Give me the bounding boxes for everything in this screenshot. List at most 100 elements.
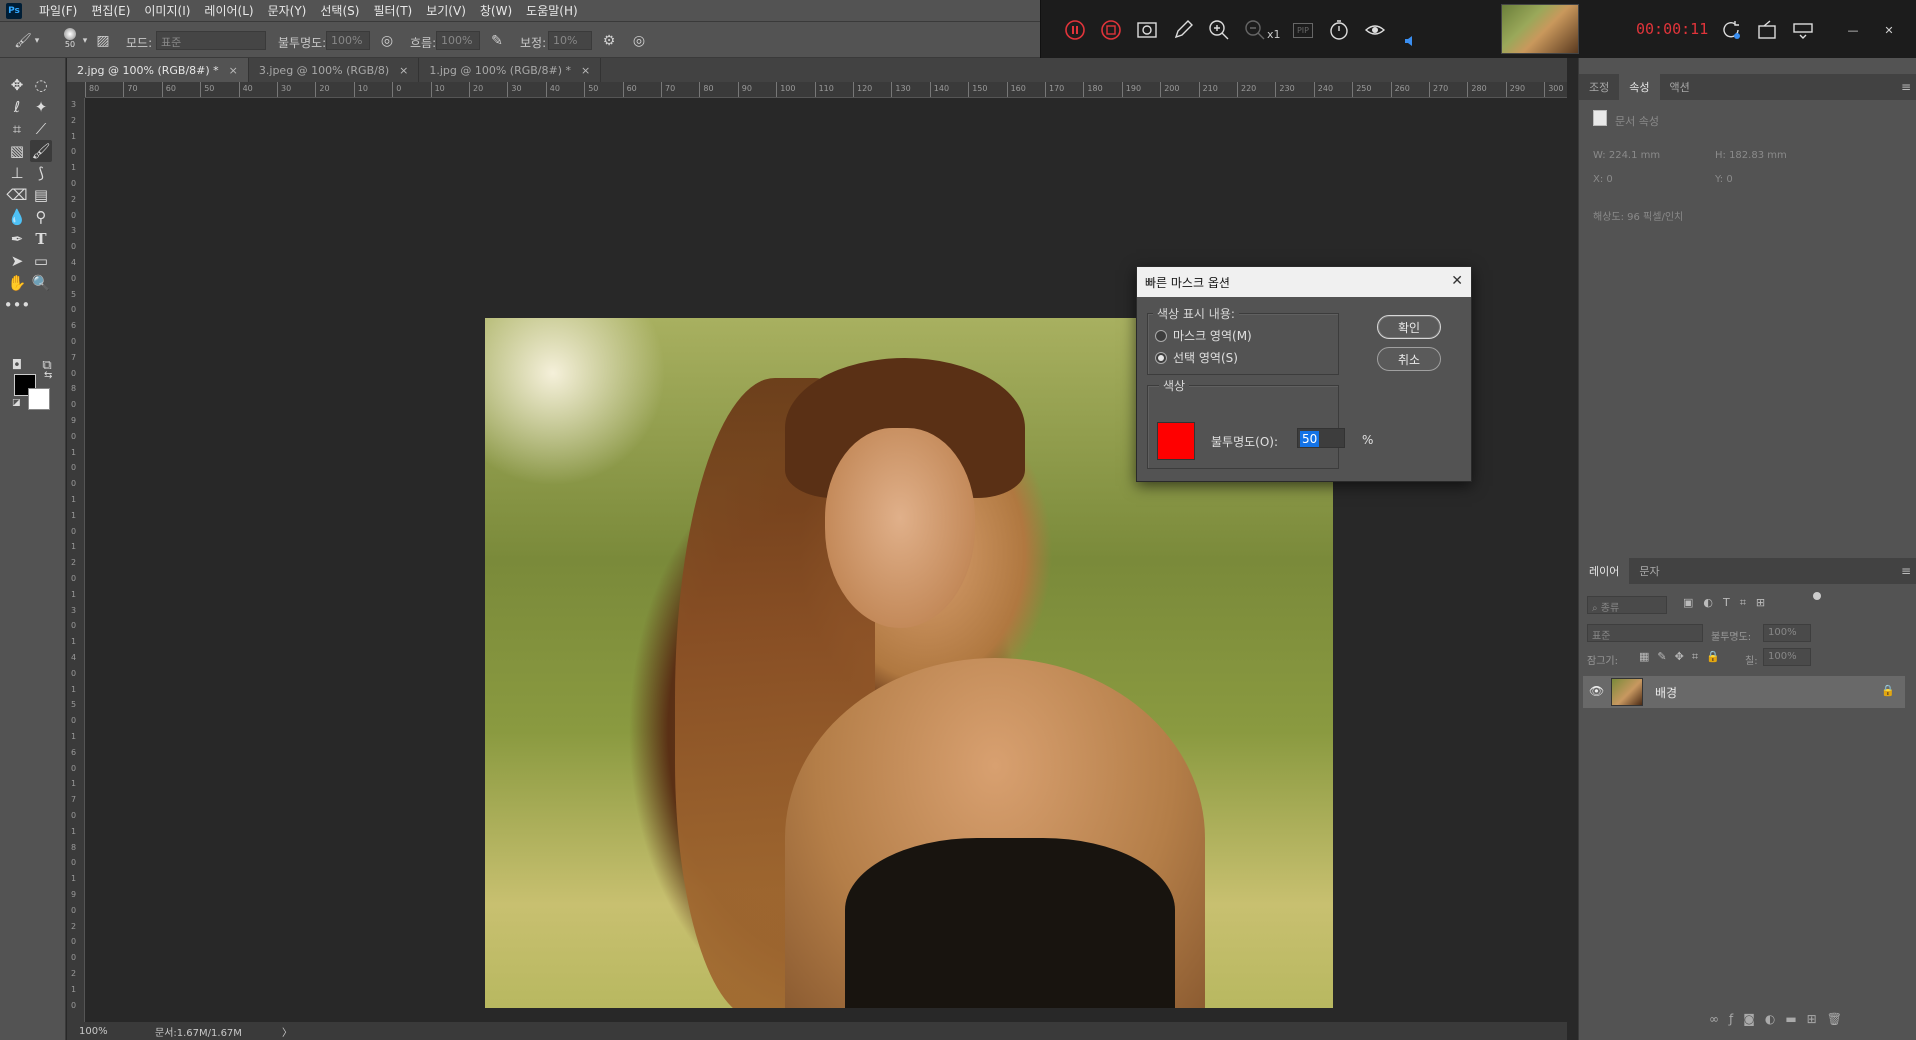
tab-adjustments[interactable]: 조정 [1579, 74, 1619, 100]
clone-stamp-tool-icon[interactable]: ⊥ [6, 162, 28, 184]
close-icon[interactable]: ✕ [1877, 18, 1901, 42]
panel-menu-icon[interactable]: ≡ [1901, 80, 1911, 94]
healing-brush-tool-icon[interactable]: ▧ [6, 140, 28, 162]
layer-filter-select[interactable]: ⌕ 종류 [1587, 596, 1667, 614]
dodge-tool-icon[interactable]: ⚲ [30, 206, 52, 228]
layer-opacity-input[interactable]: 100% [1763, 624, 1811, 642]
overlay-icon[interactable] [1791, 18, 1815, 42]
close-icon[interactable]: ✕ [1451, 273, 1463, 289]
brush-tool-icon[interactable]: 🖌 [30, 140, 52, 162]
tab-3-jpeg[interactable]: 3.jpeg @ 100% (RGB/8) × [249, 58, 420, 82]
vertical-ruler[interactable]: 3 2 1 0 1 0 2 0 3 0 4 0 5 0 6 0 7 0 8 0 9 0 1 0 0 1 1 0 1 2 0 1 3 0 1 4 0 1 5 0… [67, 98, 85, 1022]
menu-file[interactable]: 파일(F) [32, 2, 84, 19]
lock-icon[interactable]: 🔒 [1881, 684, 1895, 697]
mask-color-swatch[interactable] [1157, 422, 1195, 460]
tab-character[interactable]: 문자 [1629, 558, 1669, 584]
rectangle-tool-icon[interactable]: ▭ [30, 250, 52, 272]
eraser-tool-icon[interactable]: ⌫ [6, 184, 28, 206]
screen-mode-icon[interactable]: ⧉ [36, 354, 58, 376]
blend-mode-select[interactable]: 표준 [1587, 624, 1703, 642]
cursor-highlight-icon[interactable] [1363, 18, 1387, 42]
background-color-swatch[interactable] [28, 388, 50, 410]
webcam-preview[interactable] [1501, 4, 1579, 54]
more-tools-icon[interactable]: ••• [4, 294, 31, 316]
pause-icon[interactable] [1063, 18, 1087, 42]
tab-1-jpg[interactable]: 1.jpg @ 100% (RGB/8#) * × [419, 58, 602, 82]
lasso-tool-icon[interactable]: ℓ [6, 96, 28, 118]
hand-tool-icon[interactable]: ✋ [6, 272, 28, 294]
menu-layer[interactable]: 레이어(L) [197, 2, 260, 19]
layer-row[interactable]: 👁 배경 🔒 [1583, 676, 1905, 708]
brush-preset-picker[interactable]: 50 [60, 26, 80, 54]
pen-tool-icon[interactable]: ✒ [6, 228, 28, 250]
menu-filter[interactable]: 필터(T) [366, 2, 419, 19]
lock-icons[interactable]: ▦✎✥⌗🔒 [1639, 650, 1728, 664]
zoom-out-icon[interactable] [1243, 18, 1267, 42]
canvas-area[interactable] [85, 98, 1567, 1022]
type-tool-icon[interactable]: T [30, 228, 52, 250]
opacity-input[interactable]: 100% [326, 31, 370, 50]
refresh-icon[interactable] [1719, 18, 1743, 42]
menu-edit[interactable]: 편집(E) [84, 2, 137, 19]
eye-icon[interactable]: 👁 [1589, 684, 1604, 698]
minimize-icon[interactable]: — [1841, 18, 1865, 42]
tab-properties[interactable]: 속성 [1619, 74, 1660, 100]
volume-icon[interactable] [1403, 34, 1417, 48]
cancel-button[interactable]: 취소 [1377, 347, 1441, 371]
panel-menu-icon[interactable]: ≡ [1901, 564, 1911, 578]
tab-layers[interactable]: 레이어 [1579, 558, 1630, 584]
radio-button[interactable] [1155, 329, 1167, 342]
marquee-tool-icon[interactable]: ◌ [30, 74, 52, 96]
tab-actions[interactable]: 액션 [1660, 74, 1700, 100]
pencil-icon[interactable] [1171, 18, 1195, 42]
radio-button[interactable] [1155, 351, 1167, 364]
eyedropper-tool-icon[interactable]: ⟋ [30, 118, 52, 140]
default-colors-icon[interactable]: ◪ [12, 398, 21, 408]
quick-mask-icon[interactable]: ◘ [6, 354, 28, 376]
menu-select[interactable]: 선택(S) [313, 2, 366, 19]
layer-filter-icons[interactable]: ▣◐T⌗⊞ [1683, 596, 1775, 610]
timer-icon[interactable] [1327, 18, 1351, 42]
menu-type[interactable]: 문자(Y) [261, 2, 314, 19]
brush-tool-icon[interactable]: 🖌 [14, 32, 32, 50]
radio-selected-areas[interactable]: 선택 영역(S) [1155, 349, 1238, 366]
filter-toggle-icon[interactable] [1813, 592, 1821, 600]
magic-wand-tool-icon[interactable]: ✦ [30, 96, 52, 118]
layers-bottom-toolbar[interactable]: ∞ƒ◙◐▬⊞🗑 [1709, 1012, 1852, 1026]
zoom-tool-icon[interactable]: 🔍 [30, 272, 52, 294]
gradient-tool-icon[interactable]: ▤ [30, 184, 52, 206]
airbrush-icon[interactable]: ✎ [488, 32, 506, 50]
capture-settings-icon[interactable] [1755, 18, 1779, 42]
menu-view[interactable]: 보기(V) [419, 2, 473, 19]
zoom-level[interactable]: 100% [79, 1026, 149, 1037]
close-icon[interactable]: × [229, 64, 238, 77]
brush-panel-toggle-icon[interactable]: ▨ [94, 32, 112, 50]
stop-icon[interactable] [1099, 18, 1123, 42]
layer-fill-input[interactable]: 100% [1763, 648, 1811, 666]
close-icon[interactable]: × [581, 64, 590, 77]
chevron-down-icon[interactable]: ▾ [80, 32, 90, 50]
pressure-size-icon[interactable]: ◎ [630, 32, 648, 50]
horizontal-ruler[interactable]: 80 70 60 50 40 30 20 10 0 10 20 30 40 50 60 70 80 90 100 11… [85, 82, 1567, 98]
menu-help[interactable]: 도움말(H) [519, 2, 585, 19]
status-arrow-icon[interactable]: 〉 [282, 1024, 292, 1039]
move-tool-icon[interactable]: ✥ [6, 74, 28, 96]
chevron-down-icon[interactable]: ▾ [32, 32, 42, 50]
flow-input[interactable]: 100% [436, 31, 480, 50]
crop-tool-icon[interactable]: ⌗ [6, 118, 28, 140]
close-icon[interactable]: × [399, 64, 408, 77]
mode-select[interactable]: 표준 [156, 31, 266, 50]
path-selection-tool-icon[interactable]: ➤ [6, 250, 28, 272]
pressure-opacity-icon[interactable]: ◎ [378, 32, 396, 50]
zoom-in-icon[interactable] [1207, 18, 1231, 42]
mask-opacity-input[interactable]: 50 [1297, 428, 1345, 448]
menu-window[interactable]: 창(W) [473, 2, 519, 19]
history-brush-tool-icon[interactable]: ⟆ [30, 162, 52, 184]
blur-tool-icon[interactable]: 💧 [6, 206, 28, 228]
ok-button[interactable]: 확인 [1377, 315, 1441, 339]
menu-image[interactable]: 이미지(I) [137, 2, 197, 19]
tab-2-jpg[interactable]: 2.jpg @ 100% (RGB/8#) * × [67, 58, 249, 82]
gear-icon[interactable]: ⚙ [600, 32, 618, 50]
radio-masked-areas[interactable]: 마스크 영역(M) [1155, 327, 1252, 344]
pip-icon[interactable]: PIP [1291, 18, 1315, 42]
